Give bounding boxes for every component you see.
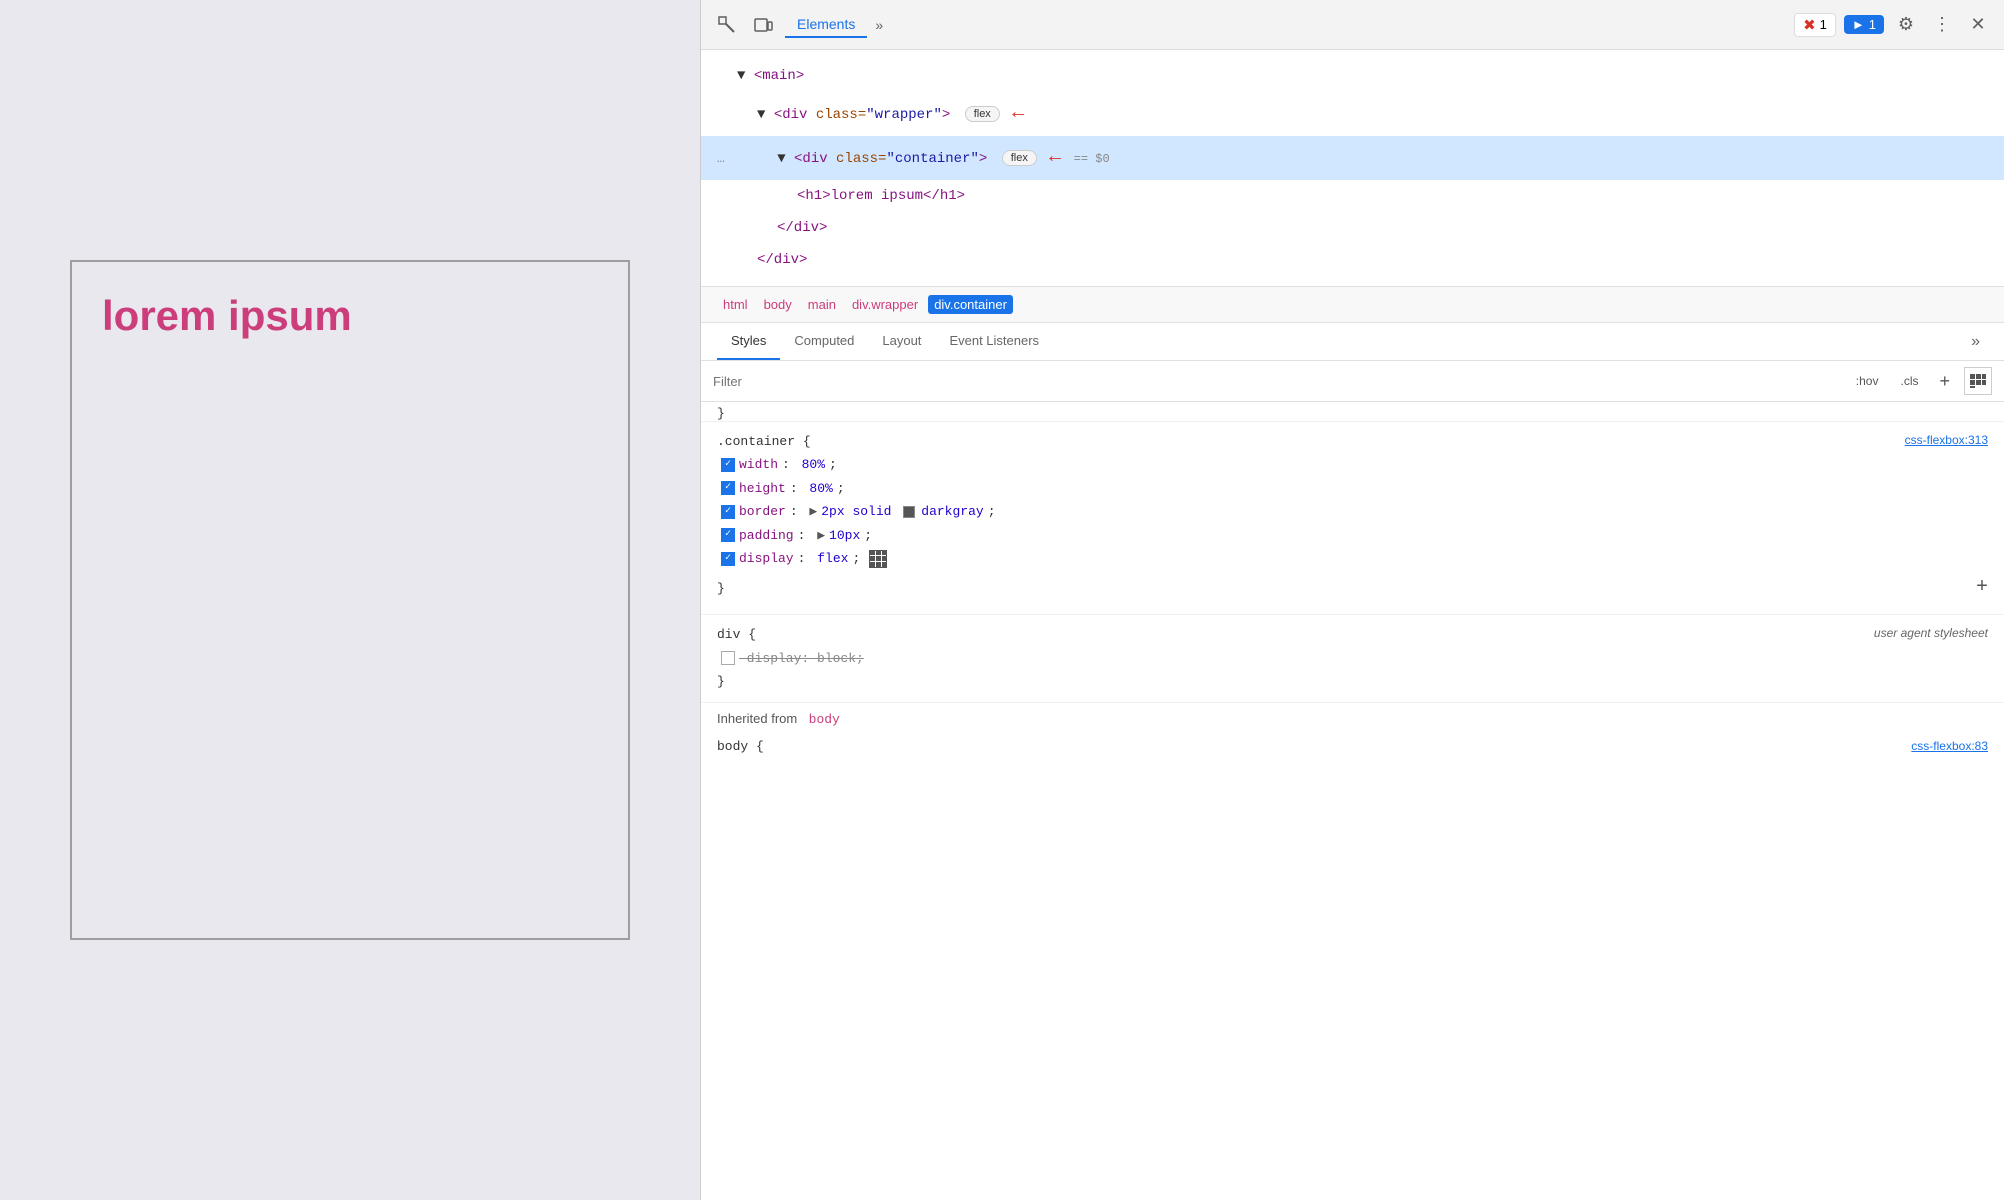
prop-padding: ✓ padding : ▶ 10px ;: [717, 524, 1988, 547]
padding-checkbox[interactable]: ✓: [721, 528, 735, 542]
breadcrumb-body[interactable]: body: [758, 295, 798, 314]
border-color-swatch[interactable]: [903, 506, 915, 518]
body-rule-block: body { css-flexbox:83: [701, 735, 2004, 754]
prop-display: ✓ display : flex ;: [717, 547, 1988, 570]
tab-styles[interactable]: Styles: [717, 323, 780, 360]
add-rule-button[interactable]: +: [1933, 371, 1956, 392]
tab-computed[interactable]: Computed: [780, 323, 868, 360]
more-style-tabs-icon[interactable]: »: [1963, 329, 1988, 355]
body-source[interactable]: css-flexbox:83: [1911, 739, 1988, 753]
div-selector[interactable]: div {: [717, 627, 756, 642]
breadcrumb-main[interactable]: main: [802, 295, 842, 314]
prop-display-ua-text: display: block;: [739, 647, 864, 670]
dom-line-container[interactable]: … ▼ <div class="container"> flex ← == $0: [701, 136, 2004, 180]
info-count: 1: [1869, 17, 1876, 32]
container-flex-badge: flex: [1002, 150, 1037, 166]
add-property-button[interactable]: +: [1976, 570, 1988, 606]
toolbar-tabs-area: Elements »: [785, 12, 1786, 38]
inherited-tag[interactable]: body: [809, 712, 840, 727]
browser-viewport: lorem ipsum: [0, 0, 700, 1200]
dom-line-div-close1[interactable]: </div>: [701, 212, 2004, 244]
height-checkbox[interactable]: ✓: [721, 481, 735, 495]
useragent-source: user agent stylesheet: [1874, 623, 1988, 645]
filter-bar: :hov .cls +: [701, 361, 2004, 402]
div-useragent-rule-block: div { user agent stylesheet display: blo…: [701, 615, 2004, 702]
tab-event-listeners[interactable]: Event Listeners: [935, 323, 1053, 360]
inherited-label: Inherited from: [717, 711, 801, 726]
dom-tree: ▼ <main> ▼ <div class="wrapper"> flex ← …: [701, 50, 2004, 287]
breadcrumb-html[interactable]: html: [717, 295, 754, 314]
styles-tab-bar: Styles Computed Layout Event Listeners »: [701, 323, 2004, 361]
device-toolbar-icon[interactable]: [749, 11, 777, 39]
elements-tab[interactable]: Elements: [785, 12, 867, 38]
prop-width: ✓ width : 80% ;: [717, 453, 1988, 476]
body-selector[interactable]: body {: [717, 739, 764, 754]
partial-open-brace: }: [717, 406, 725, 421]
display-ua-checkbox[interactable]: [721, 651, 735, 665]
more-options-icon[interactable]: ⋮: [1928, 11, 1956, 39]
container-close-brace: }: [717, 577, 725, 600]
breadcrumb-bar: html body main div.wrapper div.container: [701, 287, 2004, 323]
wrapper-flex-badge: flex: [965, 106, 1000, 122]
info-count-badge[interactable]: ► 1: [1844, 15, 1884, 34]
breadcrumb-divcontainer[interactable]: div.container: [928, 295, 1013, 314]
dom-line-div-close2[interactable]: </div>: [701, 244, 2004, 276]
display-checkbox[interactable]: ✓: [721, 552, 735, 566]
flex-layout-icon[interactable]: [868, 551, 888, 567]
prop-border: ✓ border : ▶ 2px solid darkgray ;: [717, 500, 1988, 523]
padding-arrow[interactable]: ▶: [817, 524, 825, 547]
settings-icon[interactable]: ⚙: [1892, 11, 1920, 39]
width-checkbox[interactable]: ✓: [721, 458, 735, 472]
container-box: lorem ipsum: [70, 260, 630, 940]
wrapper-arrow: ←: [1012, 102, 1024, 125]
inherited-from-section: Inherited from body: [701, 703, 2004, 735]
layout-icon-button[interactable]: [1964, 367, 1992, 395]
container-selector[interactable]: .container {: [717, 434, 811, 449]
error-count-badge[interactable]: ✖ 1: [1794, 13, 1836, 37]
dom-line-wrapper[interactable]: ▼ <div class="wrapper"> flex ←: [701, 92, 2004, 136]
div-close-brace: }: [717, 674, 725, 689]
border-checkbox[interactable]: ✓: [721, 505, 735, 519]
inspect-element-icon[interactable]: [713, 11, 741, 39]
tab-layout[interactable]: Layout: [868, 323, 935, 360]
lorem-ipsum-heading: lorem ipsum: [82, 272, 372, 928]
filter-input[interactable]: [713, 374, 1841, 389]
dom-line-h1[interactable]: <h1>lorem ipsum</h1>: [701, 180, 2004, 212]
dom-line-main[interactable]: ▼ <main>: [701, 60, 2004, 92]
hov-button[interactable]: :hov: [1849, 371, 1886, 391]
devtools-panel: Elements » ✖ 1 ► 1 ⚙ ⋮ ✕ ▼ <main> ▼ <div…: [700, 0, 2004, 1200]
css-rules-panel: } .container { css-flexbox:313 ✓ width :…: [701, 402, 2004, 1200]
prop-height: ✓ height : 80% ;: [717, 477, 1988, 500]
prop-display-ua: display: block;: [717, 647, 1988, 670]
error-count: 1: [1820, 17, 1827, 32]
border-arrow[interactable]: ▶: [809, 500, 817, 523]
container-source[interactable]: css-flexbox:313: [1905, 430, 1988, 452]
more-tabs-button[interactable]: »: [867, 13, 891, 37]
devtools-toolbar: Elements » ✖ 1 ► 1 ⚙ ⋮ ✕: [701, 0, 2004, 50]
close-devtools-button[interactable]: ✕: [1964, 11, 1992, 39]
info-icon: ►: [1852, 17, 1865, 32]
error-icon: ✖: [1803, 16, 1816, 34]
cls-button[interactable]: .cls: [1893, 371, 1925, 391]
container-arrow: ←: [1049, 146, 1061, 169]
container-rule-block: .container { css-flexbox:313 ✓ width : 8…: [701, 422, 2004, 615]
breadcrumb-divwrapper[interactable]: div.wrapper: [846, 295, 924, 314]
